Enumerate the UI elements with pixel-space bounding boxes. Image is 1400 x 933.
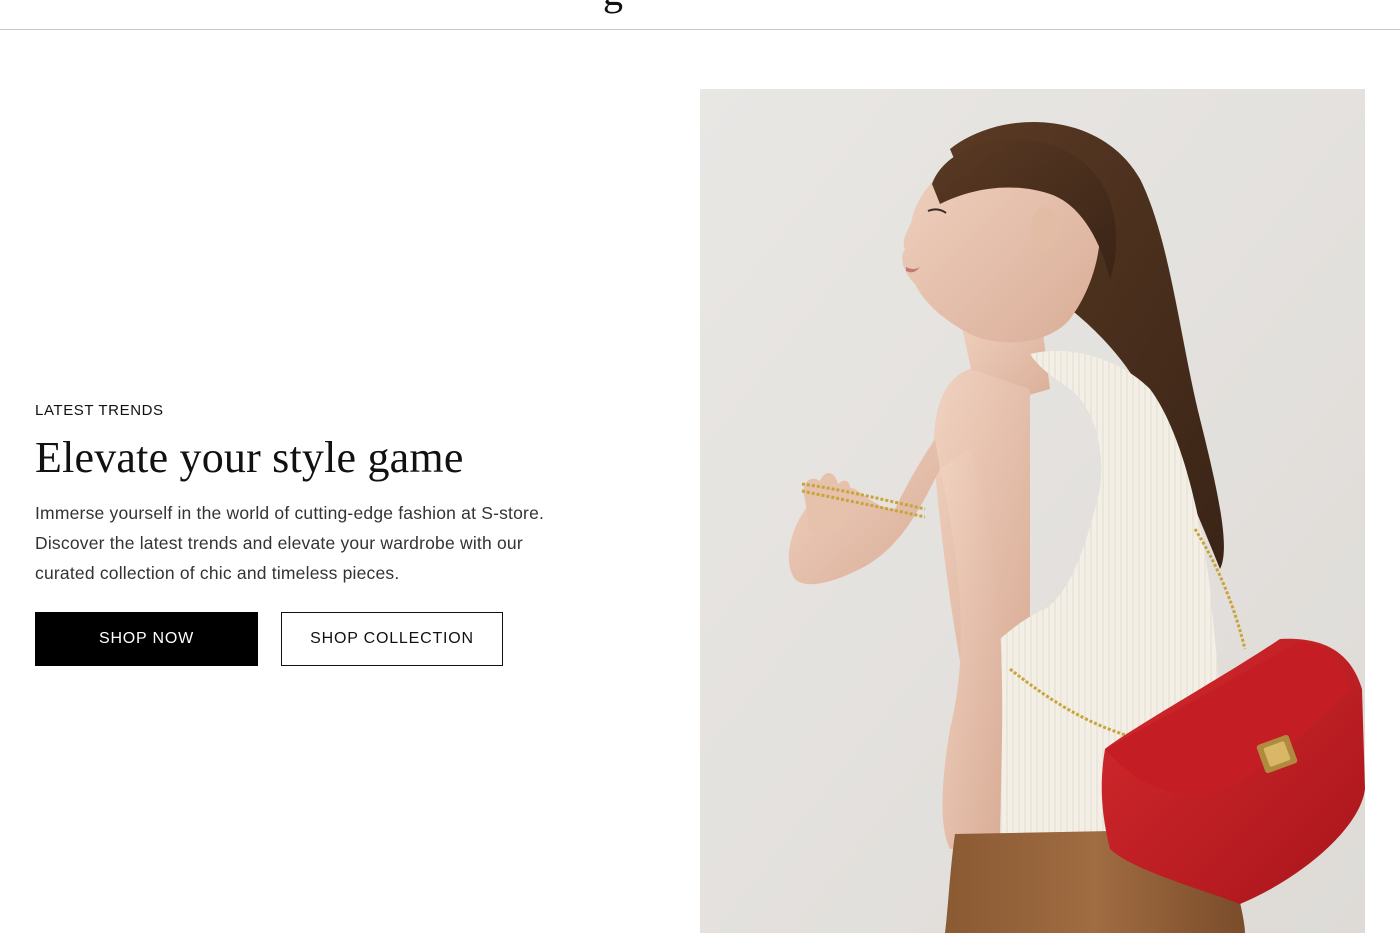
hero-description: Immerse yourself in the world of cutting… — [35, 503, 545, 583]
shop-now-button[interactable]: SHOP NOW — [35, 612, 258, 666]
site-header: g — [0, 0, 1400, 30]
hero-image — [700, 89, 1365, 933]
hero-eyebrow: LATEST TRENDS — [35, 402, 164, 419]
shop-collection-button[interactable]: SHOP COLLECTION — [281, 612, 503, 666]
site-logo[interactable]: g — [603, 0, 623, 12]
hero-headline: Elevate your style game — [35, 433, 464, 482]
model-illustration — [700, 89, 1365, 933]
page: g LATEST TRENDS Elevate your style game … — [0, 0, 1400, 933]
hero-text-block: LATEST TRENDS Elevate your style game Im… — [35, 402, 595, 588]
